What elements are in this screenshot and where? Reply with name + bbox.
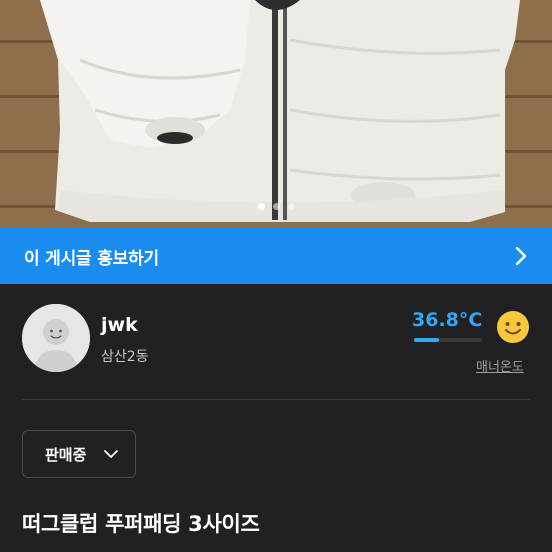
manner-temperature-bar (414, 338, 482, 342)
avatar[interactable] (22, 304, 90, 372)
carousel-dot[interactable] (287, 203, 295, 210)
default-avatar-icon (22, 304, 90, 372)
carousel-dot[interactable] (257, 203, 265, 210)
product-photo[interactable] (0, 0, 552, 228)
chevron-right-icon (515, 246, 527, 266)
sale-status-label: 판매중 (45, 445, 87, 464)
manner-temperature-fill (414, 338, 440, 342)
seller-nickname: jwk (101, 314, 138, 336)
promote-post-label: 이 게시글 홍보하기 (24, 248, 159, 269)
seller-profile[interactable]: jwk 삼산2동 36.8°C 매너온도 (0, 284, 552, 399)
seller-region: 삼산2동 (101, 349, 149, 365)
divider (22, 399, 530, 400)
sale-status-dropdown[interactable]: 판매중 (22, 430, 136, 478)
listing-title: 떠그클럽 푸퍼패딩 3사이즈 (22, 512, 260, 536)
smile-icon (497, 311, 529, 343)
jacket-image (0, 0, 552, 228)
carousel-dot[interactable] (272, 203, 280, 210)
manner-temperature: 36.8°C (412, 309, 483, 331)
promote-post-banner[interactable]: 이 게시글 홍보하기 (0, 228, 552, 284)
manner-temperature-link[interactable]: 매너온도 (476, 356, 524, 375)
carousel-dots (0, 203, 552, 210)
chevron-down-icon (104, 450, 118, 458)
